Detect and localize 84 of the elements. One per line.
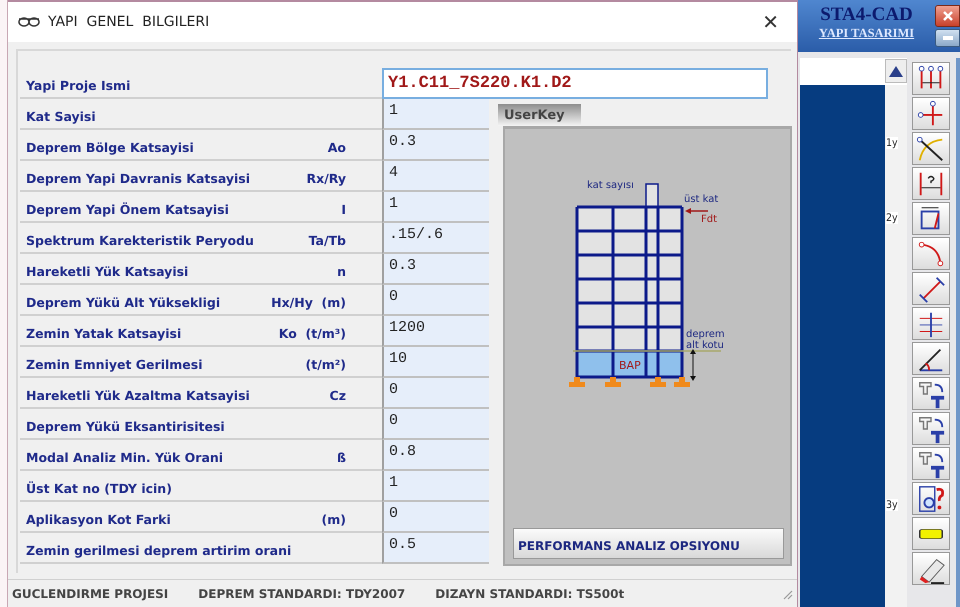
tool-button[interactable] bbox=[912, 412, 950, 445]
field-label: Hareketli Yük Azaltma Katsayisi bbox=[26, 388, 251, 403]
tool-button[interactable] bbox=[912, 447, 950, 480]
status-text: GUCLENDIRME PROJESI bbox=[12, 586, 168, 600]
value-field[interactable]: 0.3 bbox=[382, 254, 489, 285]
field-label: Zemin Yatak Katsayisi bbox=[26, 326, 182, 341]
minimize-button[interactable] bbox=[935, 29, 960, 47]
field-symbol: n bbox=[337, 264, 346, 279]
tool-button[interactable] bbox=[912, 482, 950, 515]
field-label: Hareketli Yük Katsayisi bbox=[26, 264, 190, 279]
value-field[interactable]: 1 bbox=[382, 99, 489, 130]
value-field[interactable]: 1 bbox=[382, 192, 489, 223]
value-field[interactable]: 1200 bbox=[382, 316, 489, 347]
field-label: Zemin gerilmesi deprem artirim orani bbox=[26, 543, 292, 558]
value-field[interactable]: 4 bbox=[382, 161, 489, 192]
field-label: Üst Kat no (TDY icin) bbox=[26, 481, 173, 496]
close-button[interactable] bbox=[935, 5, 960, 27]
value-field[interactable]: 0.3 bbox=[382, 130, 489, 161]
tab[interactable]: UserKey bbox=[498, 104, 581, 126]
field-label: Zemin Emniyet Gerilmesi bbox=[26, 357, 204, 372]
status-text: DEPREM STANDARDI: TDY2007 bbox=[198, 586, 406, 600]
value-field[interactable]: 0.8 bbox=[382, 440, 489, 471]
tool-button[interactable] bbox=[912, 132, 950, 165]
force-arrow-drawing bbox=[685, 208, 708, 214]
height-arrow-drawing bbox=[690, 349, 696, 381]
tool-button[interactable] bbox=[912, 202, 950, 235]
tool-button[interactable] bbox=[912, 377, 950, 410]
value-field[interactable]: 0 bbox=[382, 409, 489, 440]
field-label: Deprem Bölge Katsayisi bbox=[26, 140, 195, 155]
value-field[interactable]: 0.5 bbox=[382, 533, 489, 564]
field-symbol: Hx/Hy (m) bbox=[271, 295, 346, 310]
value-field[interactable]: .15/.6 bbox=[382, 223, 489, 254]
status-text: DIZAYN STANDARDI: TS500t bbox=[435, 586, 624, 600]
close-button[interactable]: ✕ bbox=[756, 10, 785, 34]
field-label: Yapi Proje Ismi bbox=[26, 78, 132, 93]
field-symbol: Cz bbox=[330, 388, 346, 403]
field-label: Deprem Yapi Önem Katsayisi bbox=[26, 202, 230, 217]
field-label: Aplikasyon Kot Farki bbox=[26, 512, 172, 527]
field-symbol: Ko (t/m³) bbox=[278, 326, 346, 341]
tool-button[interactable] bbox=[912, 342, 950, 375]
close-icon bbox=[942, 11, 952, 21]
app-title: STA4-CAD bbox=[820, 4, 913, 26]
base-level-label: alt kotu bbox=[686, 340, 724, 351]
search-question-icon bbox=[916, 484, 946, 514]
triangle-up-icon bbox=[889, 66, 903, 76]
value-field[interactable]: 10 bbox=[382, 347, 489, 378]
field-label: Deprem Yükü Alt Yüksekligi bbox=[26, 295, 222, 310]
basement-label: BAP bbox=[619, 359, 641, 372]
axis-label: 3y bbox=[886, 499, 898, 511]
minimize-icon bbox=[942, 36, 952, 40]
scroll-up-button[interactable] bbox=[885, 59, 907, 83]
app-subtitle-link[interactable]: YAPI TASARIMI bbox=[818, 26, 914, 41]
field-symbol: Rx/Ry bbox=[306, 171, 346, 186]
window-title: YAPI GENEL BILGILERI bbox=[48, 14, 210, 30]
axis-label: 1y bbox=[886, 137, 898, 149]
field-symbol: Ta/Tb bbox=[308, 233, 346, 248]
field-symbol: (t/m²) bbox=[306, 357, 346, 372]
force-label: Fdt bbox=[701, 214, 718, 225]
value-field[interactable]: 0 bbox=[382, 285, 489, 316]
tool-button[interactable] bbox=[912, 552, 950, 585]
field-label: Kat Sayisi bbox=[26, 109, 97, 124]
value-field[interactable]: 1 bbox=[382, 471, 489, 502]
tool-button[interactable] bbox=[912, 62, 950, 95]
performance-analysis-button[interactable]: PERFORMANS ANALIZ OPSIYONU bbox=[513, 528, 784, 559]
value-field[interactable]: 0 bbox=[382, 502, 489, 533]
glasses-icon bbox=[18, 16, 40, 28]
value-field[interactable]: 0 bbox=[382, 378, 489, 409]
field-symbol: (m) bbox=[322, 512, 346, 527]
field-symbol: I bbox=[341, 202, 346, 217]
field-label: Deprem Yapi Davranis Katsayisi bbox=[26, 171, 252, 186]
base-level-label: deprem bbox=[686, 329, 725, 340]
top-floor-label: üst kat bbox=[684, 194, 718, 205]
field-label: Deprem Yükü Eksantirisitesi bbox=[26, 419, 226, 434]
project-name-field[interactable]: Y1.C11_7S220.K1.D2 bbox=[382, 68, 768, 99]
field-label: Spektrum Karekteristik Peryodu bbox=[26, 233, 255, 248]
field-label: Modal Analiz Min. Yük Orani bbox=[26, 450, 224, 465]
tool-button[interactable] bbox=[912, 272, 950, 305]
tool-button[interactable] bbox=[912, 307, 950, 340]
floor-count-label: kat sayısı bbox=[587, 180, 634, 191]
axis-label: 2y bbox=[886, 212, 898, 224]
tool-button[interactable] bbox=[912, 517, 950, 550]
field-symbol: Ao bbox=[328, 140, 346, 155]
resize-grip-icon[interactable] bbox=[781, 588, 793, 600]
field-symbol: ß bbox=[337, 450, 346, 465]
